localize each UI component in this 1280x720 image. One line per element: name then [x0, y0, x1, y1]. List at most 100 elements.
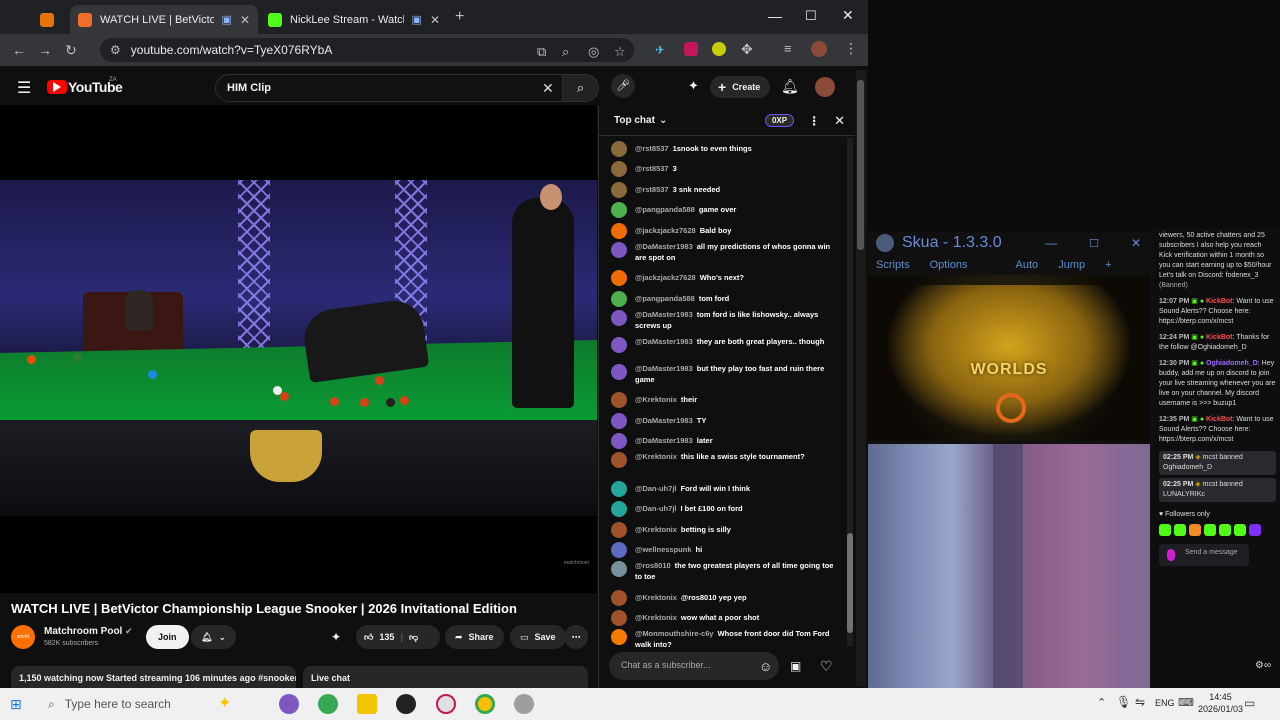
chat-message[interactable]: @DaMaster1983 tom ford is like lishowsky.… — [599, 309, 849, 336]
emote-icon[interactable] — [1159, 524, 1171, 536]
menu-options[interactable]: Options — [930, 259, 968, 271]
thumbs-down-icon[interactable]: 👎︎ — [409, 632, 418, 643]
event-target[interactable]: LUNALYRIKc — [1163, 490, 1272, 500]
app-icon[interactable] — [396, 694, 416, 714]
more-options-icon[interactable]: ⋮ — [808, 114, 820, 128]
new-tab-icon[interactable]: + — [455, 8, 464, 26]
reload-icon[interactable]: ↻ — [58, 42, 84, 59]
network-icon[interactable]: ⇋ — [1135, 695, 1145, 709]
chat-message[interactable]: @rst8537 3 — [599, 159, 849, 180]
chat-author-name[interactable]: @jackzjackz7628 — [635, 273, 696, 282]
profile-avatar[interactable] — [811, 41, 827, 57]
chat-message[interactable]: @DaMaster1983 TY — [599, 410, 849, 431]
live-chat-header[interactable]: Live chat — [303, 666, 588, 688]
forward-icon[interactable]: → — [32, 42, 58, 58]
chat-author-avatar[interactable] — [611, 363, 627, 380]
channel-avatar[interactable]: world — [11, 625, 35, 649]
chat-author-name[interactable]: @jackzjackz7628 — [635, 226, 696, 235]
emote-icon[interactable] — [1204, 524, 1216, 536]
chat-username[interactable]: Oghiadomeh_D — [1206, 360, 1258, 367]
chat-author-name[interactable]: @Krektonix — [635, 452, 677, 461]
tab-group-icon[interactable] — [30, 5, 64, 34]
top-chat-selector[interactable]: Top chat — [614, 115, 655, 126]
chat-message[interactable]: @ros8010 the two greatest players of all … — [599, 560, 849, 587]
chat-message[interactable]: @Krektonix this like a swiss style tourna… — [599, 451, 849, 478]
chat-author-avatar[interactable] — [611, 561, 627, 577]
chat-message[interactable]: @wellnesspunk hi — [599, 540, 849, 561]
chat-message[interactable]: @Dan-uh7jl Ford will win I think — [599, 478, 849, 499]
chat-message[interactable]: @jackzjackz7628 Bald boy — [599, 220, 849, 241]
file-explorer-icon[interactable] — [357, 694, 377, 714]
emote-icon[interactable] — [1249, 524, 1261, 536]
chat-author-name[interactable]: @Dan-uh7jl — [635, 484, 676, 493]
chat-author-name[interactable]: @Krektonix — [635, 395, 677, 404]
chat-message[interactable]: @pangpanda588 tom ford — [599, 288, 849, 309]
close-tab-icon[interactable]: ✕ — [240, 13, 250, 27]
heart-icon[interactable]: ♡ — [820, 658, 833, 675]
extension-icon[interactable]: ✈ — [655, 43, 665, 57]
emoji-icon[interactable]: ☺ — [759, 659, 772, 674]
tab-mute-icon[interactable]: ▣ — [412, 13, 422, 26]
tab-nicklee[interactable]: NickLee Stream - Watch Liv ▣ ✕ — [260, 5, 448, 34]
xp-badge[interactable]: 0XP — [764, 114, 795, 127]
chat-message[interactable]: @DaMaster1983 all my predictions of whos … — [599, 241, 849, 268]
hamburger-menu-icon[interactable]: ☰ — [17, 78, 31, 98]
chat-author-avatar[interactable] — [611, 392, 627, 409]
chat-author-avatar[interactable] — [611, 589, 627, 606]
chat-author-avatar[interactable] — [611, 521, 627, 538]
bookmark-star-icon[interactable]: ☆ — [614, 44, 626, 60]
chat-scrollbar[interactable] — [847, 138, 853, 646]
cast-sparkle-icon[interactable]: ✦ — [331, 630, 341, 644]
address-bar[interactable]: ⚙ youtube.com/watch?v=TyeX076RYbA ⧉ ⌕ ◎ … — [100, 38, 634, 62]
close-chat-icon[interactable]: ✕ — [834, 113, 845, 129]
media-control-icon[interactable]: ≡ — [784, 41, 792, 56]
chat-author-name[interactable]: @rst8537 — [635, 144, 669, 153]
chat-username[interactable]: KickBot — [1206, 416, 1232, 423]
chat-author-avatar[interactable] — [611, 181, 627, 198]
menu-scripts[interactable]: Scripts — [876, 259, 910, 271]
chat-author-avatar[interactable] — [611, 309, 627, 326]
menu-auto[interactable]: Auto — [1016, 259, 1039, 271]
chat-message[interactable]: @Krektonix @ros8010 yep yep — [599, 587, 849, 608]
join-button[interactable]: Join — [146, 625, 189, 649]
chat-author-avatar[interactable] — [611, 140, 627, 157]
description-box[interactable]: 1,150 watching now Started streaming 106… — [11, 666, 296, 688]
taskbar-search[interactable]: ⌕ Type here to search — [38, 692, 213, 716]
chat-message[interactable]: @pangpanda588 game over — [599, 200, 849, 221]
settings-icon[interactable]: ⚙∞ — [1255, 661, 1271, 671]
share-button[interactable]: ➦ Share — [445, 625, 504, 649]
menu-jump[interactable]: Jump — [1058, 259, 1085, 271]
chat-message[interactable]: @DaMaster1983 they are both great players… — [599, 336, 849, 363]
chat-author-name[interactable]: @DaMaster1983 — [635, 337, 693, 346]
chat-input[interactable]: Chat as a subscriber... — [609, 652, 779, 680]
chat-author-name[interactable]: @pangpanda588 — [635, 205, 695, 214]
zoom-icon[interactable]: ⌕ — [562, 44, 569, 60]
microphone-icon[interactable] — [1167, 549, 1175, 561]
chat-author-name[interactable]: @Krektonix — [635, 593, 677, 602]
chat-author-name[interactable]: @DaMaster1983 — [635, 242, 693, 251]
chat-author-avatar[interactable] — [611, 270, 627, 287]
chat-author-name[interactable]: @Monmouthshire-c6y — [635, 629, 714, 638]
chat-author-name[interactable]: @DaMaster1983 — [635, 364, 693, 373]
windows-start-icon[interactable]: ⊞ — [10, 696, 22, 713]
copilot-icon[interactable] — [279, 694, 299, 714]
chat-author-avatar[interactable] — [611, 610, 627, 627]
page-scroll-thumb[interactable] — [857, 80, 864, 250]
close-window-icon[interactable]: ✕ — [842, 7, 854, 24]
ime-icon[interactable]: ⌨ — [1178, 696, 1194, 709]
chat-message[interactable]: @rst8537 3 snk needed — [599, 179, 849, 200]
chat-scroll-thumb[interactable] — [847, 533, 853, 633]
chat-author-name[interactable]: @Krektonix — [635, 613, 677, 622]
chat-author-avatar[interactable] — [611, 629, 627, 645]
extension-icon[interactable] — [684, 42, 698, 56]
send-message-input[interactable]: Send a message — [1159, 544, 1249, 566]
install-app-icon[interactable]: ⧉ — [537, 44, 546, 60]
chat-author-name[interactable]: @ros8010 — [635, 561, 671, 570]
tab-watch-live[interactable]: WATCH LIVE | BetVictor Cha ▣ ✕ — [70, 5, 258, 34]
close-icon[interactable]: ✕ — [1131, 236, 1141, 250]
thumbs-up-icon[interactable]: 👍︎ — [364, 632, 373, 643]
chevron-down-icon[interactable]: ⌄ — [659, 115, 667, 126]
channel-name[interactable]: Matchroom Pool — [44, 626, 122, 637]
subscribed-button[interactable]: 🔔︎ ⌄ — [191, 625, 236, 649]
chat-message[interactable]: @DaMaster1983 but they play too fast and … — [599, 363, 849, 390]
